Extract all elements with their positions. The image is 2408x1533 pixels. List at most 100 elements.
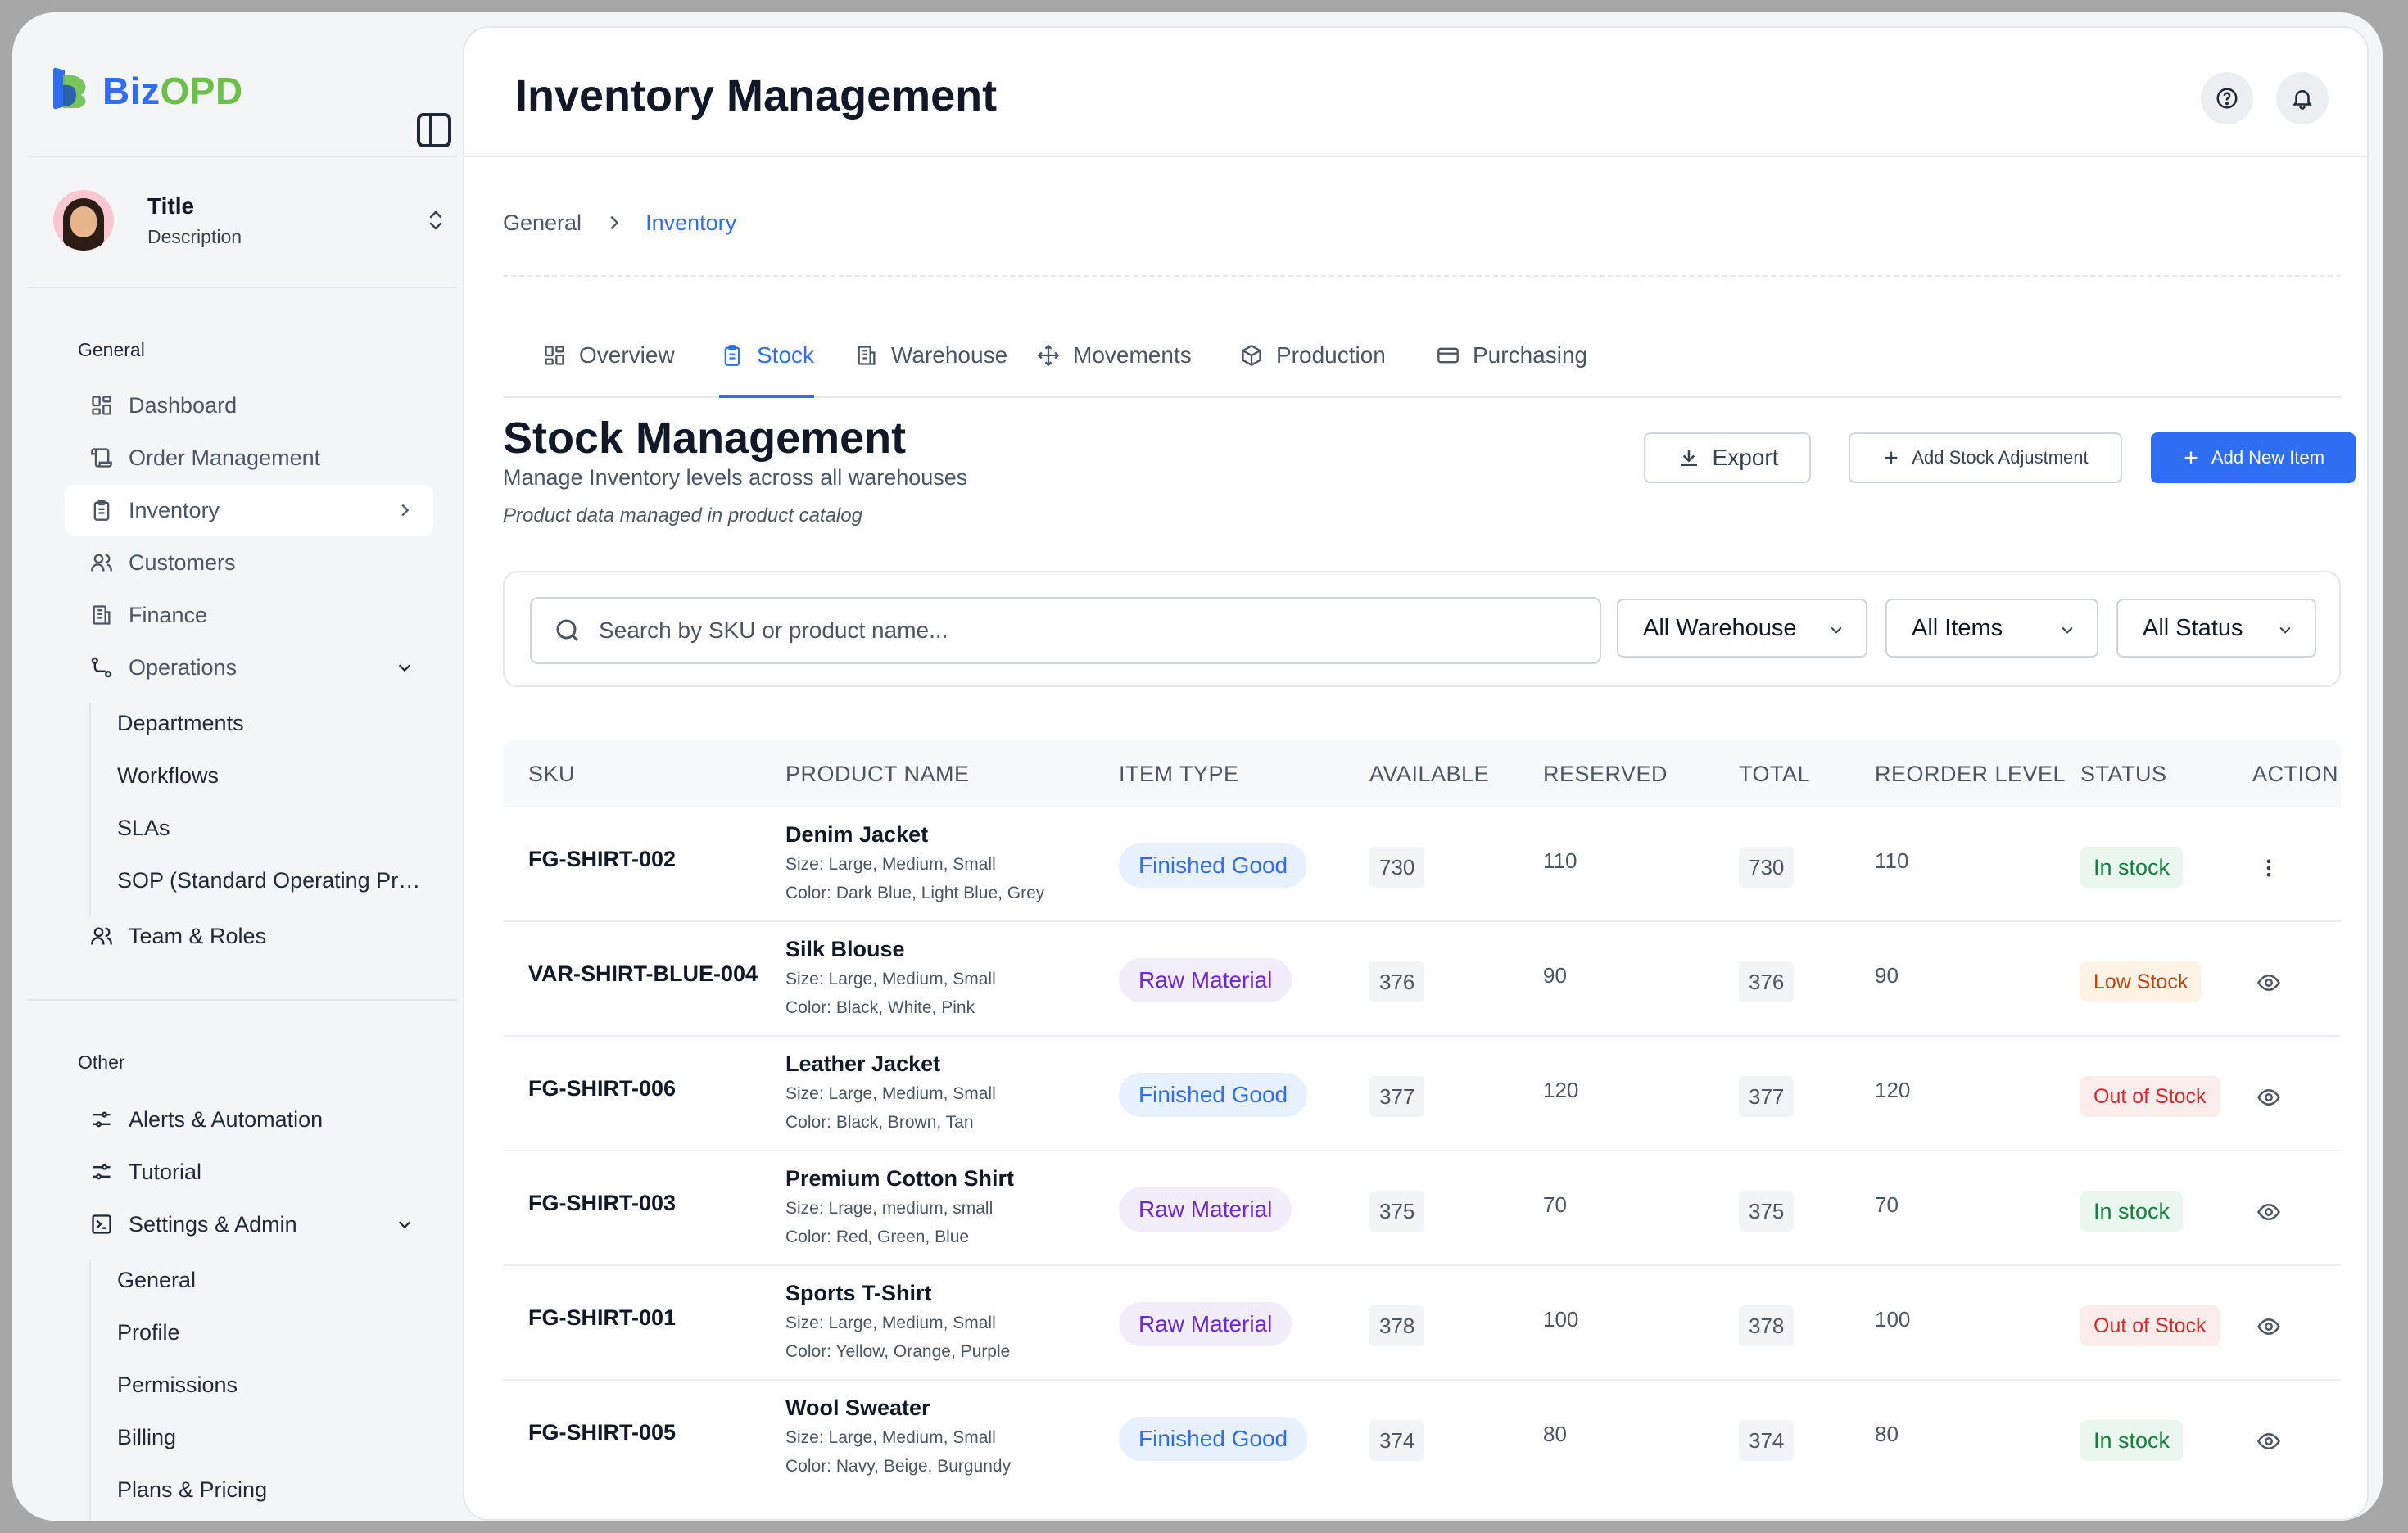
available-cell: 730 xyxy=(1369,847,1425,888)
tab-purchasing[interactable]: Purchasing xyxy=(1435,323,1587,398)
product-name: Sports T-Shirt xyxy=(785,1281,932,1305)
table-row[interactable]: FG-SHIRT-005 Wool Sweater Size: Large, M… xyxy=(503,1381,2341,1495)
table-row[interactable]: VAR-SHIRT-BLUE-004 Silk Blouse Size: Lar… xyxy=(503,922,2341,1037)
sidebar-subitem-billing[interactable]: Billing xyxy=(117,1425,428,1450)
help-button[interactable] xyxy=(2201,72,2253,124)
sidebar-item-label: Team & Roles xyxy=(129,923,267,948)
warehouse-filter-select[interactable]: All Warehouse xyxy=(1617,599,1867,658)
notifications-button[interactable] xyxy=(2276,72,2329,124)
status-filter-select[interactable]: All Status xyxy=(2116,599,2316,658)
table-row[interactable]: FG-SHIRT-003 Premium Cotton Shirt Size: … xyxy=(503,1151,2341,1266)
item-type-badge: Raw Material xyxy=(1119,958,1292,1002)
chevron-up-down-icon[interactable] xyxy=(426,208,446,233)
divider xyxy=(27,156,458,157)
items-filter-select[interactable]: All Items xyxy=(1885,599,2098,658)
submenu-rail xyxy=(89,1259,91,1521)
export-button[interactable]: Export xyxy=(1644,432,1811,483)
nav-section-other: Other xyxy=(78,1051,125,1073)
sidebar-item-customers[interactable]: Customers xyxy=(65,537,433,588)
search-icon xyxy=(556,619,579,642)
status-badge: In stock xyxy=(2080,847,2184,888)
tab-warehouse[interactable]: Warehouse xyxy=(853,323,1007,398)
breadcrumb-item-inventory[interactable]: Inventory xyxy=(645,210,736,236)
brand-name-part1: Biz xyxy=(102,70,161,112)
column-header-reorder-level[interactable]: REORDER LEVEL xyxy=(1875,762,2066,787)
status-badge: In stock xyxy=(2080,1420,2184,1461)
clipboard-icon xyxy=(719,342,745,369)
product-name: Wool Sweater xyxy=(785,1395,930,1420)
divider xyxy=(503,275,2341,277)
tab-movements[interactable]: Movements xyxy=(1035,323,1192,398)
table-row[interactable]: FG-SHIRT-002 Denim Jacket Size: Large, M… xyxy=(503,807,2341,922)
sidebar-item-finance[interactable]: Finance xyxy=(65,590,433,640)
sidebar-subitem-slas[interactable]: SLAs xyxy=(117,816,428,841)
sidebar-item-order-management[interactable]: Order Management xyxy=(65,432,433,483)
table-row[interactable]: FG-SHIRT-001 Sports T-Shirt Size: Large,… xyxy=(503,1266,2341,1381)
sku-cell: FG-SHIRT-005 xyxy=(528,1420,677,1445)
total-cell: 730 xyxy=(1739,847,1795,888)
reserved-cell: 90 xyxy=(1543,963,1567,988)
column-header-item-type[interactable]: ITEM TYPE xyxy=(1119,762,1239,787)
sidebar-item-label: Dashboard xyxy=(129,392,238,418)
product-name: Premium Cotton Shirt xyxy=(785,1166,1015,1191)
sidebar-item-label: Inventory xyxy=(129,497,220,522)
column-header-sku[interactable]: SKU xyxy=(528,762,575,787)
add-new-item-button[interactable]: Add New Item xyxy=(2151,432,2356,483)
eye-icon[interactable] xyxy=(2252,1081,2285,1114)
sidebar-subitem-permissions[interactable]: Permissions xyxy=(117,1372,428,1398)
tab-production[interactable]: Production xyxy=(1238,323,1386,398)
search-field[interactable] xyxy=(530,597,1601,664)
sku-cell: FG-SHIRT-003 xyxy=(528,1191,677,1215)
table-row[interactable]: FG-SHIRT-006 Leather Jacket Size: Large,… xyxy=(503,1037,2341,1151)
sidebar-toggle-icon[interactable] xyxy=(417,113,451,147)
column-header-status[interactable]: STATUS xyxy=(2080,762,2167,787)
sidebar-subitem-profile[interactable]: Profile xyxy=(117,1320,428,1345)
user-switcher[interactable]: Title Description xyxy=(53,190,446,264)
add-stock-adjustment-button[interactable]: Add Stock Adjustment xyxy=(1849,432,2122,483)
grid-icon xyxy=(89,393,114,418)
column-header-available[interactable]: AVAILABLE xyxy=(1369,762,1489,787)
eye-icon[interactable] xyxy=(2252,1425,2285,1458)
item-type-badge: Raw Material xyxy=(1119,1302,1292,1346)
status-badge: Low Stock xyxy=(2080,961,2202,1002)
sidebar-subitem-general[interactable]: General xyxy=(117,1268,428,1293)
total-cell: 376 xyxy=(1739,961,1795,1002)
sidebar-item-operations[interactable]: Operations xyxy=(65,642,433,693)
sku-cell: FG-SHIRT-006 xyxy=(528,1076,677,1101)
sidebar-subitem-plans-pricing[interactable]: Plans & Pricing xyxy=(117,1477,428,1503)
search-input[interactable] xyxy=(599,617,1582,644)
column-header-total[interactable]: TOTAL xyxy=(1739,762,1810,787)
eye-icon[interactable] xyxy=(2252,1196,2285,1228)
breadcrumb-item-general[interactable]: General xyxy=(503,210,582,236)
sidebar-item-alerts-automation[interactable]: Alerts & Automation xyxy=(65,1094,433,1145)
sidebar-subitem-sop[interactable]: SOP (Standard Operating Procedures) xyxy=(117,868,428,893)
chevron-right-icon xyxy=(401,504,410,517)
sliders-icon xyxy=(89,1107,114,1132)
users-icon xyxy=(89,924,114,948)
sidebar-item-team-roles[interactable]: Team & Roles xyxy=(65,911,433,961)
reorder-level-cell: 100 xyxy=(1875,1307,1911,1332)
items-filter-value: All Items xyxy=(1912,614,2003,641)
add-stock-adjustment-label: Add Stock Adjustment xyxy=(1912,447,2089,468)
eye-icon[interactable] xyxy=(2252,966,2285,999)
sidebar-item-dashboard[interactable]: Dashboard xyxy=(65,380,433,431)
available-cell: 374 xyxy=(1369,1420,1425,1461)
submenu-rail xyxy=(89,703,91,917)
tab-overview[interactable]: Overview xyxy=(541,323,675,398)
more-vertical-icon[interactable] xyxy=(2252,852,2285,884)
tab-stock[interactable]: Stock xyxy=(719,323,815,398)
chevron-down-icon xyxy=(398,1221,411,1229)
sidebar-subitem-workflows[interactable]: Workflows xyxy=(117,763,428,789)
users-icon xyxy=(89,550,114,575)
tab-label: Movements xyxy=(1073,342,1192,368)
sidebar-item-settings-admin[interactable]: Settings & Admin xyxy=(65,1199,433,1250)
column-header-reserved[interactable]: RESERVED xyxy=(1543,762,1668,787)
eye-icon[interactable] xyxy=(2252,1310,2285,1343)
add-new-item-label: Add New Item xyxy=(2211,447,2325,468)
column-header-product-name[interactable]: PRODUCT NAME xyxy=(785,762,970,787)
avatar xyxy=(53,190,114,251)
brand-logo[interactable]: BizOPD xyxy=(52,67,461,147)
sidebar-subitem-departments[interactable]: Departments xyxy=(117,711,428,736)
sidebar-item-inventory[interactable]: Inventory xyxy=(65,485,433,536)
sidebar-item-tutorial[interactable]: Tutorial xyxy=(65,1146,433,1197)
